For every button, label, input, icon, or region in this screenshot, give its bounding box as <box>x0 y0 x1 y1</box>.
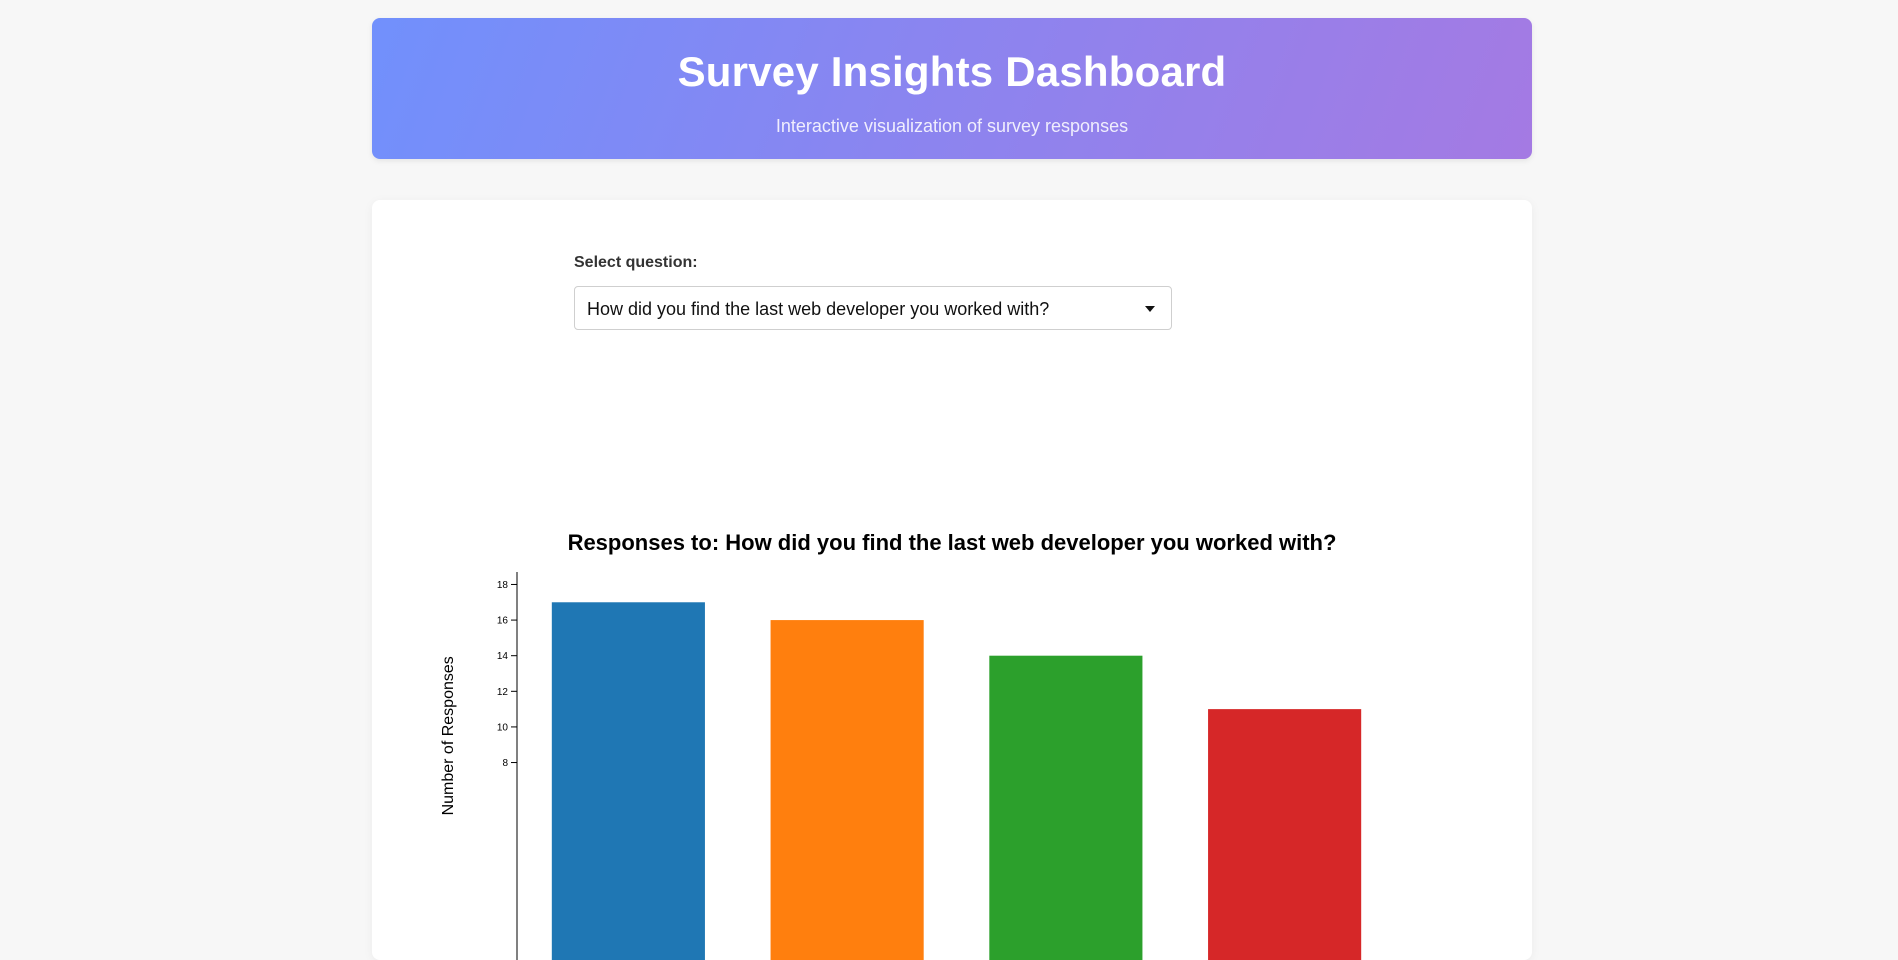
y-tick-label: 14 <box>497 651 509 662</box>
y-tick-label: 8 <box>502 758 508 769</box>
question-select-value: How did you find the last web developer … <box>587 299 1050 319</box>
bar-4 <box>1208 709 1362 960</box>
y-tick-label: 10 <box>497 722 509 733</box>
chart-card: Select question: How did you find the la… <box>372 200 1532 960</box>
question-select[interactable]: How did you find the last web developer … <box>574 286 1172 330</box>
chart-title: Responses to: How did you find the last … <box>567 530 1337 555</box>
page-title: Survey Insights Dashboard <box>677 48 1227 95</box>
y-axis-label: Number of Responses <box>440 656 457 815</box>
bar-3 <box>989 655 1143 960</box>
question-select-label: Select question: <box>574 254 698 271</box>
y-tick-label: 18 <box>497 580 509 591</box>
bar-1 <box>551 602 705 960</box>
chevron-down-icon <box>1145 306 1155 312</box>
bar-2 <box>770 620 924 960</box>
dashboard-header: Survey Insights Dashboard Interactive vi… <box>372 18 1532 159</box>
y-tick-label: 16 <box>497 616 509 627</box>
page-subtitle: Interactive visualization of survey resp… <box>775 116 1129 136</box>
y-tick-label: 12 <box>497 687 509 698</box>
bar-chart: 8 10 12 14 16 18 Number of Responses <box>440 572 1362 960</box>
